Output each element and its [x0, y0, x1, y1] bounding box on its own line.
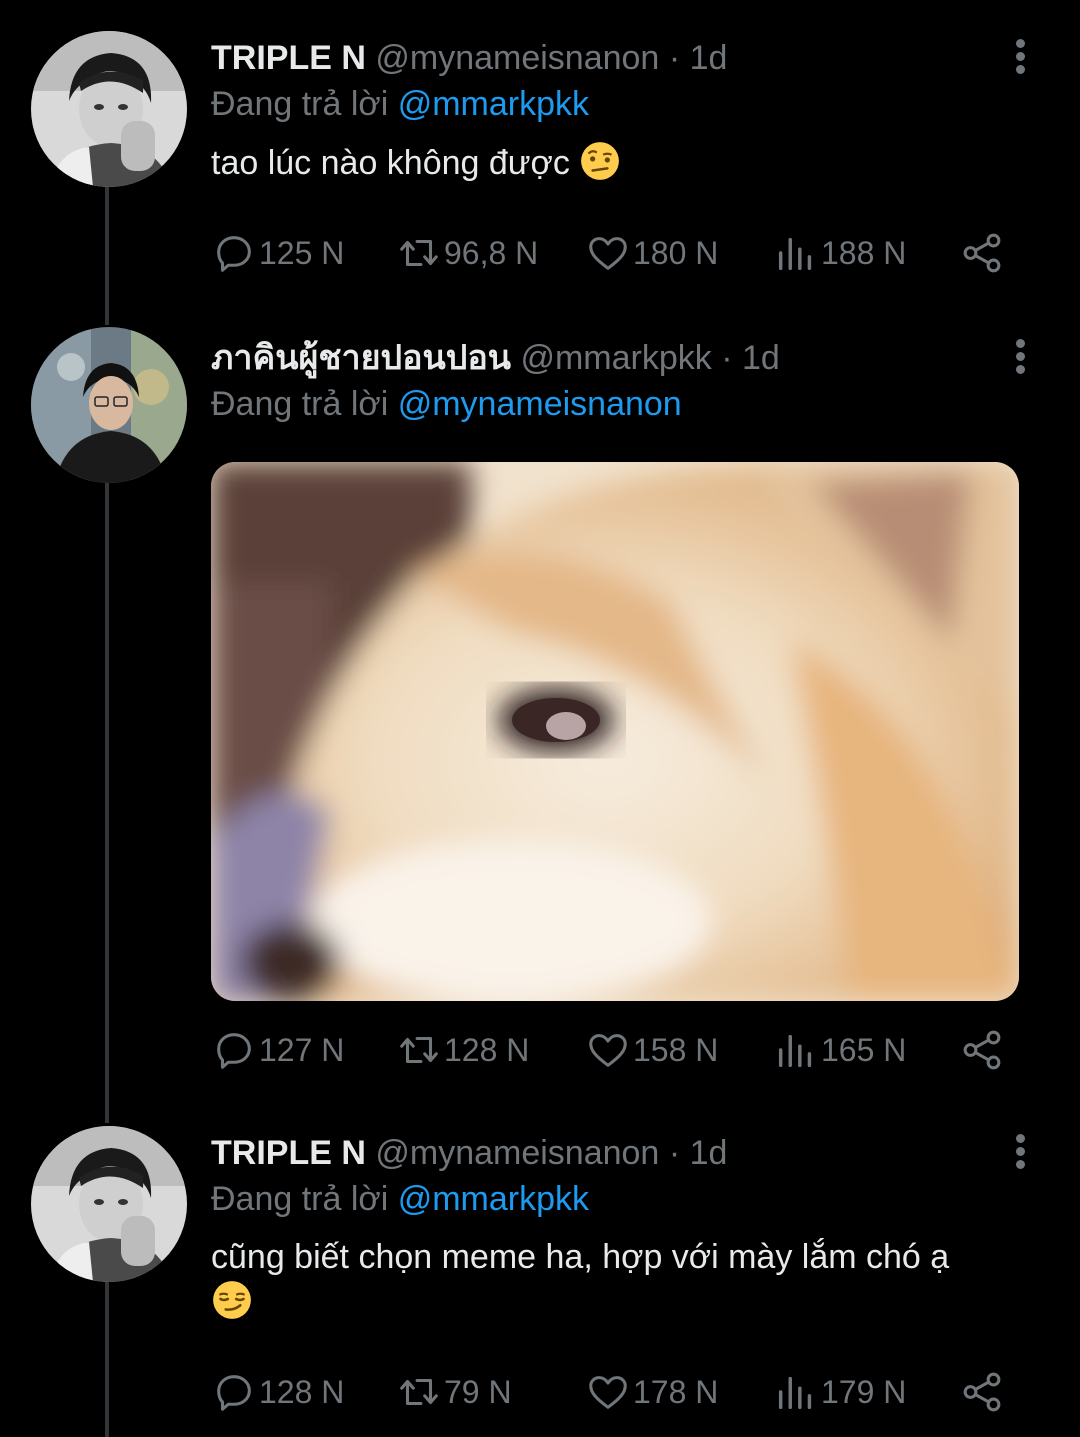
retweet-count: 96,8 N — [444, 234, 539, 271]
reply-button[interactable]: 125 N — [211, 228, 344, 278]
timestamp[interactable]: 1d — [742, 339, 780, 377]
share-button[interactable] — [959, 1367, 1005, 1417]
retweet-count: 128 N — [444, 1031, 530, 1068]
display-name[interactable]: ภาคินผู้ชายปอนปอน — [211, 339, 511, 377]
display-name[interactable]: TRIPLE N — [211, 39, 366, 77]
avatar-image — [31, 1126, 187, 1282]
like-count: 178 N — [633, 1373, 719, 1410]
views-button[interactable]: 188 N — [773, 228, 906, 278]
tweet-actions: 125 N 96,8 N 180 N 188 N — [211, 228, 1011, 278]
views-icon — [778, 237, 812, 271]
tweet-text-content: cũng biết chọn meme ha, hợp với mày lắm … — [211, 1238, 950, 1276]
reply-mention-link[interactable]: @mynameisnanon — [398, 385, 682, 423]
share-button[interactable] — [959, 1025, 1005, 1075]
like-button[interactable]: 178 N — [585, 1367, 718, 1417]
retweet-icon — [400, 1036, 438, 1064]
reply-mention-link[interactable]: @mmarkpkk — [398, 85, 589, 123]
corgi-meme-image[interactable] — [211, 462, 1019, 1001]
replying-to: Đang trả lời @mmarkpkk — [211, 1175, 1020, 1223]
like-button[interactable]: 180 N — [585, 228, 718, 278]
replying-to-label: Đang trả lời — [211, 85, 389, 123]
share-icon — [963, 1030, 1001, 1070]
avatar[interactable] — [31, 31, 187, 187]
views-count: 188 N — [821, 234, 907, 271]
like-count: 158 N — [633, 1031, 719, 1068]
tweet-header: ภาคินผู้ชายปอนปอน @mmarkpkk · 1d — [211, 336, 1020, 380]
tweet[interactable]: TRIPLE N @mynameisnanon · 1d Đang trả lờ… — [0, 1100, 1080, 1437]
share-button[interactable] — [959, 228, 1005, 278]
more-vertical-icon[interactable] — [1010, 1131, 1030, 1175]
avatar-image — [31, 327, 187, 483]
user-handle[interactable]: @mynameisnanon — [375, 39, 659, 77]
separator-dot: · — [721, 339, 733, 377]
replying-to-label: Đang trả lời — [211, 385, 389, 423]
share-icon — [963, 1372, 1001, 1412]
timestamp[interactable]: 1d — [690, 39, 728, 77]
display-name[interactable]: TRIPLE N — [211, 1134, 366, 1172]
reply-mention-link[interactable]: @mmarkpkk — [398, 1180, 589, 1218]
smirk-emoji-icon — [213, 1281, 251, 1319]
reply-icon — [217, 1375, 251, 1411]
share-icon — [963, 233, 1001, 273]
views-count: 165 N — [821, 1031, 907, 1068]
retweet-button[interactable]: 96,8 N — [396, 228, 538, 278]
tweet-actions: 127 N 128 N 158 N 165 N — [211, 1025, 1011, 1075]
retweet-count: 79 N — [444, 1373, 512, 1410]
retweet-icon — [400, 239, 438, 267]
avatar[interactable] — [31, 327, 187, 483]
avatar[interactable] — [31, 1126, 187, 1282]
reply-count: 125 N — [259, 234, 345, 271]
tweet-header: TRIPLE N @mynameisnanon · 1d — [211, 1131, 1020, 1175]
views-icon — [778, 1376, 812, 1410]
tweet[interactable]: TRIPLE N @mynameisnanon · 1d Đang trả lờ… — [0, 0, 1080, 300]
replying-to: Đang trả lời @mynameisnanon — [211, 380, 1020, 428]
separator-dot: · — [668, 1134, 681, 1172]
retweet-button[interactable]: 128 N — [396, 1025, 529, 1075]
reply-count: 127 N — [259, 1031, 345, 1068]
tweet-text: cũng biết chọn meme ha, hợp với mày lắm … — [211, 1235, 1020, 1324]
replying-to-label: Đang trả lời — [211, 1180, 389, 1218]
timestamp[interactable]: 1d — [690, 1134, 728, 1172]
replying-to: Đang trả lời @mmarkpkk — [211, 80, 1020, 128]
reply-button[interactable]: 127 N — [211, 1025, 344, 1075]
corgi-image — [211, 462, 1019, 1001]
retweet-button[interactable]: 79 N — [396, 1367, 512, 1417]
tweet-actions: 128 N 79 N 178 N 179 N — [211, 1367, 1011, 1417]
user-handle[interactable]: @mmarkpkk — [520, 339, 711, 377]
retweet-icon — [400, 1378, 438, 1406]
tweet-text: tao lúc nào không được — [211, 140, 1020, 186]
like-count: 180 N — [633, 234, 719, 271]
more-vertical-icon[interactable] — [1010, 36, 1030, 80]
reply-icon — [217, 236, 251, 272]
heart-icon — [589, 1034, 627, 1067]
views-button[interactable]: 165 N — [773, 1025, 906, 1075]
reply-icon — [217, 1033, 251, 1069]
heart-icon — [589, 237, 627, 270]
raised-eyebrow-emoji-icon — [581, 142, 620, 180]
like-button[interactable]: 158 N — [585, 1025, 718, 1075]
tweet[interactable]: ภาคินผู้ชายปอนปอน @mmarkpkk · 1d Đang tr… — [0, 300, 1080, 1100]
views-count: 179 N — [821, 1373, 907, 1410]
heart-icon — [589, 1376, 627, 1409]
avatar-image — [31, 31, 187, 187]
views-icon — [778, 1034, 812, 1068]
views-button[interactable]: 179 N — [773, 1367, 906, 1417]
user-handle[interactable]: @mynameisnanon — [375, 1134, 659, 1172]
more-vertical-icon[interactable] — [1010, 336, 1030, 380]
reply-button[interactable]: 128 N — [211, 1367, 344, 1417]
separator-dot: · — [668, 39, 681, 77]
reply-count: 128 N — [259, 1373, 345, 1410]
tweet-text-content: tao lúc nào không được — [211, 144, 570, 182]
tweet-header: TRIPLE N @mynameisnanon · 1d — [211, 36, 1020, 80]
